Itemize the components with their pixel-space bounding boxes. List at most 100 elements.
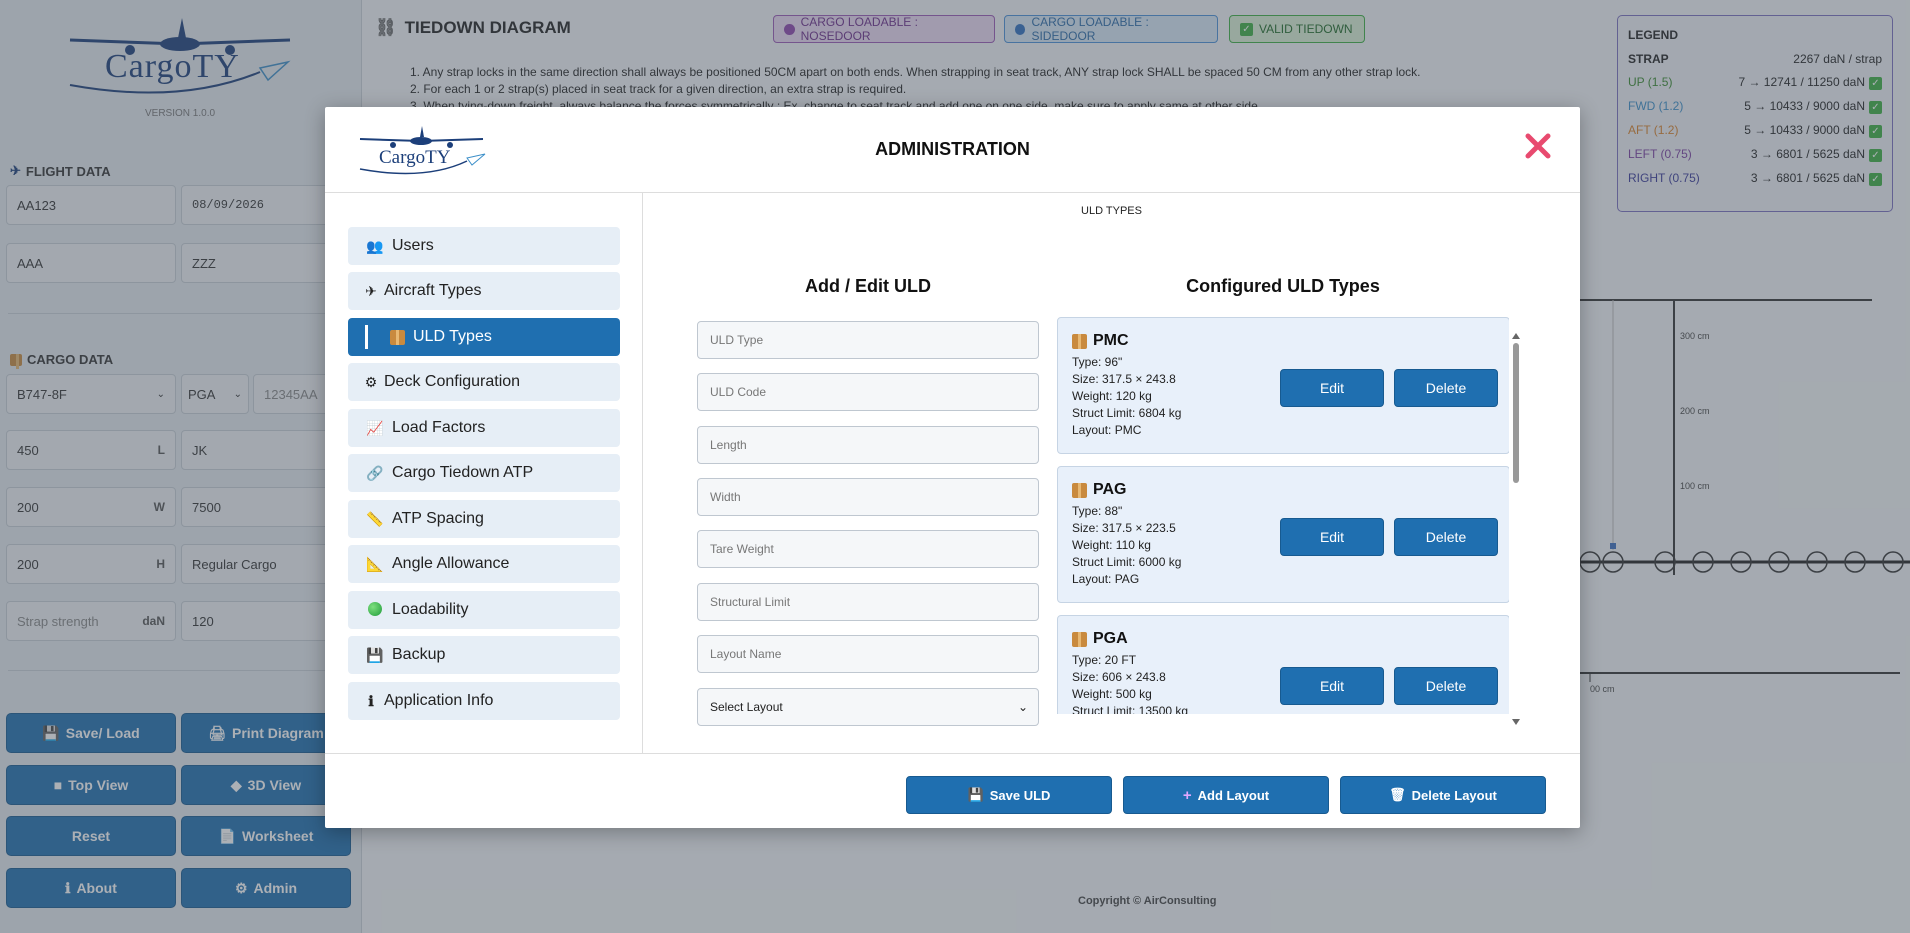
- nav-label: ATP Spacing: [392, 510, 484, 527]
- uld-name: PGA: [1093, 630, 1128, 647]
- box-icon: [1072, 333, 1087, 349]
- width-input[interactable]: Width: [697, 478, 1039, 516]
- delete-layout-button[interactable]: 🗑 Delete Layout: [1340, 776, 1546, 814]
- layout-name-placeholder: Layout Name: [710, 647, 782, 661]
- uld-types-panel: ULD TYPES Add / Edit ULD Configured ULD …: [643, 193, 1580, 753]
- link-icon: 🔗: [366, 464, 384, 481]
- nav-angle-allowance[interactable]: 📐 Angle Allowance: [348, 545, 620, 583]
- nav-users[interactable]: 👥 Users: [348, 227, 620, 265]
- tare-weight-input[interactable]: Tare Weight: [697, 530, 1039, 568]
- nav-load-factors[interactable]: 📈 Load Factors: [348, 409, 620, 447]
- length-placeholder: Length: [710, 438, 747, 452]
- nav-atp-spacing[interactable]: 📏 ATP Spacing: [348, 500, 620, 538]
- save-uld-label: Save ULD: [989, 787, 1051, 803]
- green-circle-icon: [366, 601, 384, 619]
- nav-loadability[interactable]: Loadability: [348, 591, 620, 629]
- angle-icon: 📐: [366, 555, 384, 572]
- plus-icon: +: [1182, 786, 1192, 804]
- delete-button[interactable]: Delete: [1394, 369, 1498, 407]
- uld-name: PMC: [1093, 332, 1129, 349]
- form-title: Add / Edit ULD: [805, 276, 931, 296]
- nav-application-info[interactable]: ℹ Application Info: [348, 682, 620, 720]
- tare-weight-placeholder: Tare Weight: [710, 542, 774, 556]
- delete-button[interactable]: Delete: [1394, 518, 1498, 556]
- uld-layout: Layout: PMC: [1072, 423, 1142, 437]
- nav-label: Application Info: [384, 692, 494, 709]
- save-uld-button[interactable]: 💾 Save ULD: [906, 776, 1112, 814]
- edit-button[interactable]: Edit: [1280, 518, 1384, 556]
- edit-button[interactable]: Edit: [1280, 369, 1384, 407]
- add-layout-label: Add Layout: [1197, 787, 1270, 803]
- modal-title: ADMINISTRATION: [875, 139, 1030, 159]
- layout-select[interactable]: Select Layout ⌄: [697, 688, 1039, 726]
- close-button[interactable]: [1521, 129, 1555, 163]
- close-icon: [1525, 133, 1551, 159]
- length-input[interactable]: Length: [697, 426, 1039, 464]
- scroll-up-icon: [1512, 333, 1520, 339]
- edit-label: Edit: [1319, 529, 1345, 545]
- box-icon: [1072, 482, 1087, 498]
- floppy-icon: 💾: [366, 646, 384, 663]
- edit-label: Edit: [1319, 678, 1345, 694]
- uld-type-input[interactable]: ULD Type: [697, 321, 1039, 359]
- list-title: Configured ULD Types: [1186, 276, 1380, 296]
- nav-label: Backup: [392, 646, 446, 663]
- gear-icon: ⚙: [364, 373, 378, 390]
- chart-icon: 📈: [366, 419, 384, 436]
- uld-card-pag: PAG Type: 88" Size: 317.5 × 223.5 Weight…: [1057, 466, 1509, 603]
- nav-label: ULD Types: [413, 328, 492, 345]
- delete-layout-label: Delete Layout: [1411, 787, 1497, 803]
- airplane-icon: ✈: [365, 282, 377, 299]
- uld-type-placeholder: ULD Type: [710, 333, 764, 347]
- delete-label: Delete: [1425, 678, 1467, 694]
- scroll-thumb: [1513, 343, 1519, 483]
- chevron-down-icon: ⌄: [1017, 700, 1028, 714]
- administration-modal: CargoTY ADMINISTRATION 👥 Users ✈ Aircraft …: [325, 107, 1580, 828]
- uld-code-input[interactable]: ULD Code: [697, 373, 1039, 411]
- nav-label: Users: [392, 237, 434, 254]
- uld-struct-limit: Struct Limit: 6804 kg: [1072, 406, 1182, 420]
- uld-list: PMC Type: 96" Size: 317.5 × 243.8 Weight…: [1057, 317, 1509, 714]
- users-icon: 👥: [366, 237, 384, 254]
- delete-button[interactable]: Delete: [1394, 667, 1498, 705]
- delete-label: Delete: [1425, 529, 1467, 545]
- uld-card-pmc: PMC Type: 96" Size: 317.5 × 243.8 Weight…: [1057, 317, 1509, 454]
- box-icon: [390, 329, 405, 345]
- nav-label: Deck Configuration: [384, 373, 521, 390]
- admin-nav: 👥 Users ✈ Aircraft Types ULD Types ⚙ Deck C…: [325, 193, 643, 753]
- structural-limit-input[interactable]: Structural Limit: [697, 583, 1039, 621]
- modal-header: CargoTY ADMINISTRATION: [325, 107, 1580, 193]
- nav-uld-types[interactable]: ULD Types: [348, 318, 620, 356]
- box-icon: [1072, 631, 1087, 647]
- nav-label: Loadability: [392, 601, 469, 618]
- modal-footer: 💾 Save ULD + Add Layout 🗑 Delete Layout: [325, 753, 1580, 828]
- nav-deck-configuration[interactable]: ⚙ Deck Configuration: [348, 363, 620, 401]
- uld-layout: Layout: PAG: [1072, 572, 1140, 586]
- add-layout-button[interactable]: + Add Layout: [1123, 776, 1329, 814]
- structural-limit-placeholder: Structural Limit: [710, 595, 791, 609]
- uld-card-pga: PGA Type: 20 FT Size: 606 × 243.8 Weight…: [1057, 615, 1509, 714]
- uld-list-scrollbar[interactable]: [1510, 332, 1522, 726]
- uld-code-placeholder: ULD Code: [710, 385, 767, 399]
- nav-backup[interactable]: 💾 Backup: [348, 636, 620, 674]
- nav-cargo-tiedown-atp[interactable]: 🔗 Cargo Tiedown ATP: [348, 454, 620, 492]
- nav-label: Cargo Tiedown ATP: [392, 464, 534, 481]
- info-icon: ℹ: [368, 692, 374, 709]
- nav-aircraft-types[interactable]: ✈ Aircraft Types: [348, 272, 620, 310]
- delete-label: Delete: [1425, 380, 1467, 396]
- trash-icon: 🗑: [1389, 787, 1406, 802]
- nav-label: Aircraft Types: [384, 282, 482, 299]
- uld-name: PAG: [1093, 481, 1127, 498]
- layout-select-value: Select Layout: [710, 700, 783, 714]
- scroll-down-icon: [1512, 719, 1520, 725]
- nav-label: Load Factors: [392, 419, 486, 436]
- section-label: ULD TYPES: [1081, 205, 1142, 217]
- edit-button[interactable]: Edit: [1280, 667, 1384, 705]
- ruler-icon: 📏: [366, 510, 384, 527]
- uld-struct-limit: Struct Limit: 6000 kg: [1072, 555, 1182, 569]
- width-placeholder: Width: [710, 490, 741, 504]
- nav-label: Angle Allowance: [392, 555, 510, 572]
- edit-label: Edit: [1319, 380, 1345, 396]
- floppy-icon: 💾: [967, 787, 984, 802]
- layout-name-input[interactable]: Layout Name: [697, 635, 1039, 673]
